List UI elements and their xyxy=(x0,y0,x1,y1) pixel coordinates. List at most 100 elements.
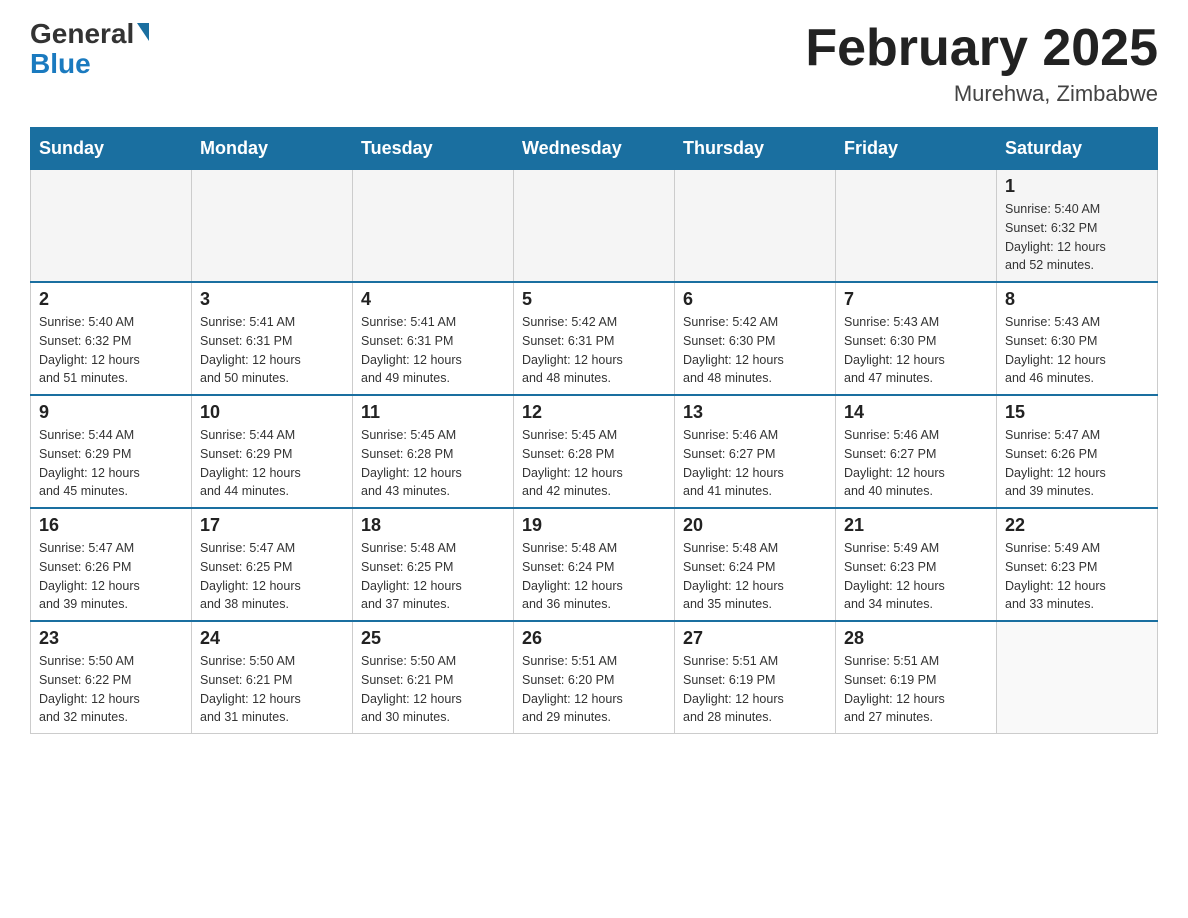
calendar-cell: 11 Sunrise: 5:45 AM Sunset: 6:28 PM Dayli… xyxy=(353,395,514,508)
day-number: 28 xyxy=(844,628,988,649)
day-info: Sunrise: 5:50 AM Sunset: 6:22 PM Dayligh… xyxy=(39,652,183,727)
calendar-cell: 4 Sunrise: 5:41 AM Sunset: 6:31 PM Daylig… xyxy=(353,282,514,395)
day-info: Sunrise: 5:42 AM Sunset: 6:30 PM Dayligh… xyxy=(683,313,827,388)
calendar-cell: 20 Sunrise: 5:48 AM Sunset: 6:24 PM Dayli… xyxy=(675,508,836,621)
month-title: February 2025 xyxy=(805,20,1158,77)
day-info: Sunrise: 5:40 AM Sunset: 6:32 PM Dayligh… xyxy=(39,313,183,388)
title-block: February 2025 Murehwa, Zimbabwe xyxy=(805,20,1158,107)
calendar-cell xyxy=(836,170,997,283)
day-info: Sunrise: 5:45 AM Sunset: 6:28 PM Dayligh… xyxy=(522,426,666,501)
day-info: Sunrise: 5:48 AM Sunset: 6:24 PM Dayligh… xyxy=(683,539,827,614)
day-info: Sunrise: 5:48 AM Sunset: 6:24 PM Dayligh… xyxy=(522,539,666,614)
day-number: 27 xyxy=(683,628,827,649)
calendar-cell xyxy=(997,621,1158,734)
calendar-cell xyxy=(353,170,514,283)
day-of-week-monday: Monday xyxy=(192,128,353,170)
day-info: Sunrise: 5:44 AM Sunset: 6:29 PM Dayligh… xyxy=(200,426,344,501)
day-number: 17 xyxy=(200,515,344,536)
day-info: Sunrise: 5:50 AM Sunset: 6:21 PM Dayligh… xyxy=(361,652,505,727)
calendar-cell: 2 Sunrise: 5:40 AM Sunset: 6:32 PM Daylig… xyxy=(31,282,192,395)
day-info: Sunrise: 5:47 AM Sunset: 6:25 PM Dayligh… xyxy=(200,539,344,614)
day-info: Sunrise: 5:50 AM Sunset: 6:21 PM Dayligh… xyxy=(200,652,344,727)
day-number: 4 xyxy=(361,289,505,310)
day-info: Sunrise: 5:47 AM Sunset: 6:26 PM Dayligh… xyxy=(1005,426,1149,501)
day-number: 3 xyxy=(200,289,344,310)
day-number: 8 xyxy=(1005,289,1149,310)
day-number: 20 xyxy=(683,515,827,536)
calendar-cell: 14 Sunrise: 5:46 AM Sunset: 6:27 PM Dayli… xyxy=(836,395,997,508)
calendar-week-2: 2 Sunrise: 5:40 AM Sunset: 6:32 PM Daylig… xyxy=(31,282,1158,395)
logo-general-text: General xyxy=(30,20,134,48)
day-info: Sunrise: 5:41 AM Sunset: 6:31 PM Dayligh… xyxy=(361,313,505,388)
day-number: 21 xyxy=(844,515,988,536)
location-text: Murehwa, Zimbabwe xyxy=(805,81,1158,107)
day-of-week-wednesday: Wednesday xyxy=(514,128,675,170)
day-number: 10 xyxy=(200,402,344,423)
calendar-cell: 6 Sunrise: 5:42 AM Sunset: 6:30 PM Daylig… xyxy=(675,282,836,395)
calendar-cell: 15 Sunrise: 5:47 AM Sunset: 6:26 PM Dayli… xyxy=(997,395,1158,508)
logo-blue-text: Blue xyxy=(30,50,91,78)
day-of-week-friday: Friday xyxy=(836,128,997,170)
day-info: Sunrise: 5:51 AM Sunset: 6:19 PM Dayligh… xyxy=(683,652,827,727)
day-number: 22 xyxy=(1005,515,1149,536)
day-info: Sunrise: 5:49 AM Sunset: 6:23 PM Dayligh… xyxy=(1005,539,1149,614)
day-number: 11 xyxy=(361,402,505,423)
calendar-cell: 18Sunrise: 5:48 AM Sunset: 6:25 PM Dayli… xyxy=(353,508,514,621)
calendar-cell: 22 Sunrise: 5:49 AM Sunset: 6:23 PM Dayli… xyxy=(997,508,1158,621)
calendar-cell: 7Sunrise: 5:43 AM Sunset: 6:30 PM Daylig… xyxy=(836,282,997,395)
day-number: 18 xyxy=(361,515,505,536)
calendar-cell: 17 Sunrise: 5:47 AM Sunset: 6:25 PM Dayli… xyxy=(192,508,353,621)
day-number: 26 xyxy=(522,628,666,649)
calendar-cell: 25 Sunrise: 5:50 AM Sunset: 6:21 PM Dayli… xyxy=(353,621,514,734)
day-info: Sunrise: 5:44 AM Sunset: 6:29 PM Dayligh… xyxy=(39,426,183,501)
day-info: Sunrise: 5:49 AM Sunset: 6:23 PM Dayligh… xyxy=(844,539,988,614)
day-info: Sunrise: 5:51 AM Sunset: 6:19 PM Dayligh… xyxy=(844,652,988,727)
calendar-cell: 27 Sunrise: 5:51 AM Sunset: 6:19 PM Dayli… xyxy=(675,621,836,734)
day-number: 7 xyxy=(844,289,988,310)
day-info: Sunrise: 5:42 AM Sunset: 6:31 PM Dayligh… xyxy=(522,313,666,388)
day-number: 12 xyxy=(522,402,666,423)
day-number: 13 xyxy=(683,402,827,423)
day-number: 25 xyxy=(361,628,505,649)
day-number: 14 xyxy=(844,402,988,423)
calendar-cell xyxy=(192,170,353,283)
calendar-cell: 5 Sunrise: 5:42 AM Sunset: 6:31 PM Daylig… xyxy=(514,282,675,395)
day-of-week-tuesday: Tuesday xyxy=(353,128,514,170)
calendar-cell xyxy=(675,170,836,283)
calendar-cell: 13 Sunrise: 5:46 AM Sunset: 6:27 PM Dayli… xyxy=(675,395,836,508)
day-number: 16 xyxy=(39,515,183,536)
calendar-cell: 12 Sunrise: 5:45 AM Sunset: 6:28 PM Dayli… xyxy=(514,395,675,508)
day-number: 19 xyxy=(522,515,666,536)
day-number: 5 xyxy=(522,289,666,310)
day-info: Sunrise: 5:51 AM Sunset: 6:20 PM Dayligh… xyxy=(522,652,666,727)
calendar-cell: 21 Sunrise: 5:49 AM Sunset: 6:23 PM Dayli… xyxy=(836,508,997,621)
day-number: 6 xyxy=(683,289,827,310)
day-info: Sunrise: 5:40 AM Sunset: 6:32 PM Dayligh… xyxy=(1005,200,1149,275)
calendar-table: SundayMondayTuesdayWednesdayThursdayFrid… xyxy=(30,127,1158,734)
day-info: Sunrise: 5:46 AM Sunset: 6:27 PM Dayligh… xyxy=(844,426,988,501)
calendar-cell: 28 Sunrise: 5:51 AM Sunset: 6:19 PM Dayli… xyxy=(836,621,997,734)
day-number: 23 xyxy=(39,628,183,649)
day-info: Sunrise: 5:41 AM Sunset: 6:31 PM Dayligh… xyxy=(200,313,344,388)
calendar-cell xyxy=(514,170,675,283)
calendar-cell: 1Sunrise: 5:40 AM Sunset: 6:32 PM Daylig… xyxy=(997,170,1158,283)
calendar-cell: 23 Sunrise: 5:50 AM Sunset: 6:22 PM Dayli… xyxy=(31,621,192,734)
calendar-cell: 9 Sunrise: 5:44 AM Sunset: 6:29 PM Daylig… xyxy=(31,395,192,508)
day-of-week-thursday: Thursday xyxy=(675,128,836,170)
day-info: Sunrise: 5:43 AM Sunset: 6:30 PM Dayligh… xyxy=(1005,313,1149,388)
day-number: 2 xyxy=(39,289,183,310)
day-number: 9 xyxy=(39,402,183,423)
calendar-cell: 26 Sunrise: 5:51 AM Sunset: 6:20 PM Dayli… xyxy=(514,621,675,734)
calendar-week-5: 23 Sunrise: 5:50 AM Sunset: 6:22 PM Dayli… xyxy=(31,621,1158,734)
day-number: 15 xyxy=(1005,402,1149,423)
day-info: Sunrise: 5:47 AM Sunset: 6:26 PM Dayligh… xyxy=(39,539,183,614)
day-of-week-saturday: Saturday xyxy=(997,128,1158,170)
day-info: Sunrise: 5:45 AM Sunset: 6:28 PM Dayligh… xyxy=(361,426,505,501)
calendar-cell: 8 Sunrise: 5:43 AM Sunset: 6:30 PM Daylig… xyxy=(997,282,1158,395)
calendar-header-row: SundayMondayTuesdayWednesdayThursdayFrid… xyxy=(31,128,1158,170)
logo: General Blue xyxy=(30,20,149,78)
day-number: 24 xyxy=(200,628,344,649)
calendar-cell: 10 Sunrise: 5:44 AM Sunset: 6:29 PM Dayli… xyxy=(192,395,353,508)
calendar-week-3: 9 Sunrise: 5:44 AM Sunset: 6:29 PM Daylig… xyxy=(31,395,1158,508)
day-info: Sunrise: 5:46 AM Sunset: 6:27 PM Dayligh… xyxy=(683,426,827,501)
